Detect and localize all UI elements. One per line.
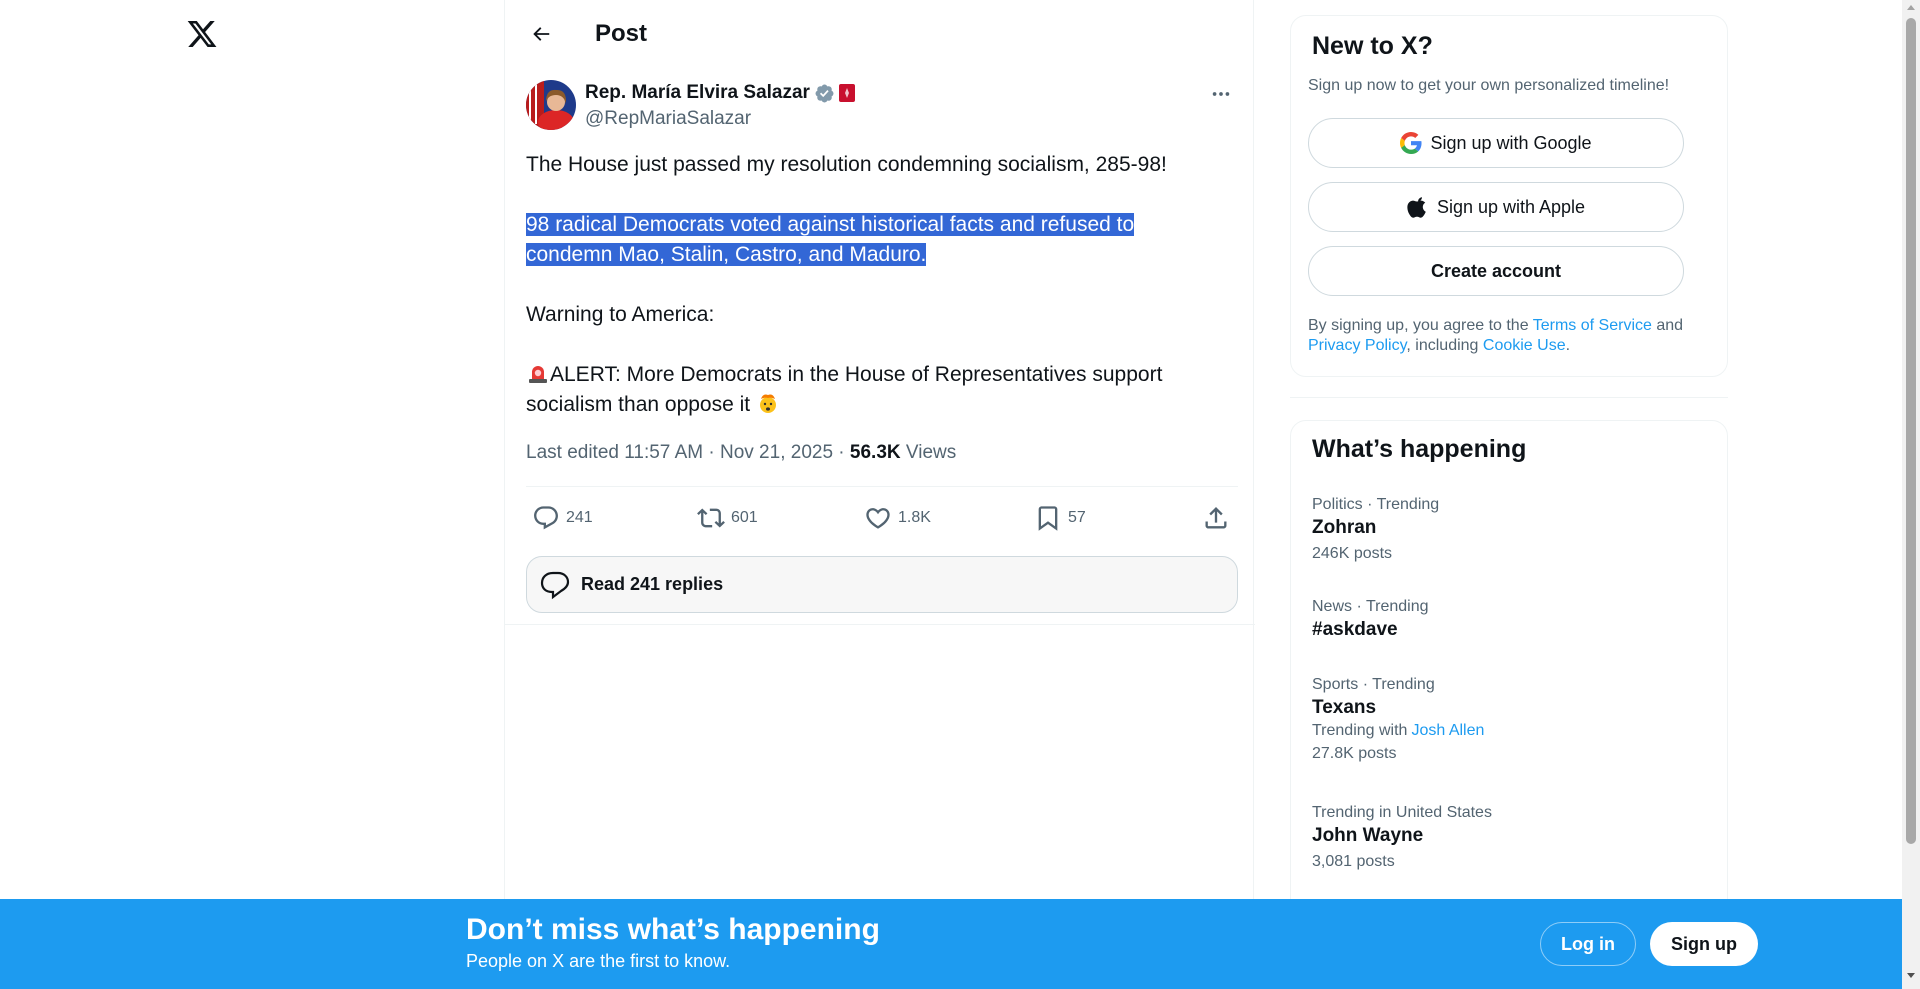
banner-subtitle: People on X are the first to know.: [466, 951, 731, 971]
trend-related-link[interactable]: Josh Allen: [1411, 722, 1484, 739]
alert-text: ALERT: More Democrats in the House of Re…: [550, 363, 1163, 386]
trend-count: 246K posts: [1312, 545, 1393, 562]
scrollbar[interactable]: [1902, 0, 1920, 989]
trend-count: 3,081 posts: [1312, 853, 1395, 870]
trend-count: 27.8K posts: [1312, 745, 1397, 762]
x-logo-icon[interactable]: [186, 18, 218, 50]
trend-name: #askdave: [1312, 619, 1398, 640]
alert-text: socialism than oppose it: [526, 393, 751, 416]
bookmark-icon: [1038, 506, 1058, 531]
post-paragraph: The House just passed my resolution cond…: [526, 153, 1167, 176]
views-count: 56.3K: [849, 442, 901, 463]
trending-with-label: Trending with: [1312, 722, 1408, 739]
legal-text: By signing up, you agree to the Terms of…: [1308, 316, 1708, 356]
login-button[interactable]: Log in: [1540, 922, 1636, 966]
apple-icon: [1407, 197, 1426, 218]
create-account-label: Create account: [1430, 260, 1562, 281]
conversation-icon: [540, 571, 570, 599]
rotating-light-emoji-icon: [529, 366, 547, 383]
divider: [1290, 397, 1728, 398]
post-paragraph: Warning to America:: [526, 303, 715, 326]
post-header: Post: [505, 0, 1255, 66]
legal-including: , including: [1406, 337, 1483, 354]
trend-category: Politics · Trending: [1312, 496, 1440, 513]
legal-period: .: [1565, 337, 1571, 354]
trend-item[interactable]: News · Trending #askdave: [1312, 597, 1702, 643]
bookmark-button[interactable]: 57: [1034, 500, 1086, 536]
trend-item[interactable]: Politics · Trending Zohran 246K posts: [1312, 495, 1702, 565]
edited-timestamp[interactable]: Last edited 11:57 AM · Nov 21, 2025 ·: [526, 442, 850, 463]
signup-apple-label: Sign up with Apple: [1436, 196, 1586, 217]
trend-category: Trending in United States: [1312, 804, 1492, 821]
avatar[interactable]: [526, 80, 576, 130]
selected-text: condemn Mao, Stalin, Castro, and Maduro.: [526, 243, 927, 266]
post-paragraph-alert: ALERT: More Democrats in the House of Re…: [526, 360, 1236, 420]
divider: [526, 486, 1238, 487]
post-text: The House just passed my resolution cond…: [526, 150, 1236, 420]
verified-gray-badge-icon[interactable]: [814, 83, 835, 104]
signup-card: New to X? Sign up now to get your own pe…: [1290, 15, 1728, 377]
like-button[interactable]: 1.8K: [864, 500, 931, 536]
page-title: Post: [595, 20, 648, 47]
trend-name: John Wayne: [1312, 825, 1424, 846]
post-paragraph-highlighted: 98 radical Democrats voted against histo…: [526, 210, 1236, 270]
exploding-head-emoji-icon: [759, 394, 776, 413]
bookmark-count: 57: [1068, 509, 1086, 526]
signup-button[interactable]: Sign up: [1650, 922, 1758, 966]
heart-icon: [866, 508, 890, 529]
bottom-banner: Don’t miss what’s happening People on X …: [0, 899, 1902, 989]
author-name-text: Rep. María Elvira Salazar: [585, 82, 810, 103]
reply-count: 241: [566, 509, 593, 526]
post-meta: Last edited 11:57 AM · Nov 21, 2025 · 56…: [526, 441, 956, 465]
signup-google-button[interactable]: Sign up with Google: [1308, 118, 1684, 168]
cookie-link[interactable]: Cookie Use: [1483, 337, 1566, 354]
legal-prefix: By signing up, you agree to the: [1308, 317, 1533, 334]
signup-subtitle: Sign up now to get your own personalized…: [1308, 77, 1670, 94]
back-button[interactable]: [525, 18, 557, 50]
google-icon: [1400, 132, 1422, 154]
more-dots-icon: [1212, 92, 1230, 96]
signup-apple-button[interactable]: Sign up with Apple: [1308, 182, 1684, 232]
signup-title: New to X?: [1312, 32, 1433, 60]
reply-button[interactable]: 241: [532, 500, 593, 536]
author-handle[interactable]: @RepMariaSalazar: [585, 107, 751, 131]
scroll-down-arrow-icon[interactable]: [1907, 973, 1915, 978]
repost-count: 601: [731, 509, 758, 526]
terms-link[interactable]: Terms of Service: [1533, 317, 1652, 334]
views-label: Views: [900, 442, 957, 463]
arrow-left-icon: [533, 27, 550, 41]
trends-title: What’s happening: [1312, 435, 1527, 463]
privacy-link[interactable]: Privacy Policy: [1308, 337, 1406, 354]
like-count: 1.8K: [898, 509, 931, 526]
banner-title: Don’t miss what’s happening: [466, 913, 880, 946]
congress-flag-icon: [838, 84, 855, 102]
trend-category: Sports · Trending: [1312, 676, 1435, 693]
trend-category: News · Trending: [1312, 598, 1429, 615]
author-name[interactable]: Rep. María Elvira Salazar: [585, 81, 855, 105]
divider: [505, 624, 1255, 625]
share-button[interactable]: [1202, 500, 1230, 536]
more-options-button[interactable]: [1205, 82, 1237, 106]
scroll-up-arrow-icon[interactable]: [1907, 5, 1915, 10]
main-column: Post Rep. María Elvira Salazar @RepMaria…: [504, 0, 1255, 989]
selected-text: 98 radical Democrats voted against histo…: [526, 213, 1135, 236]
trend-item[interactable]: Sports · Trending Texans Trending with Jo…: [1312, 675, 1702, 765]
read-replies-label: Read 241 replies: [581, 574, 724, 594]
legal-and: and: [1651, 317, 1684, 334]
repost-icon: [697, 508, 725, 528]
create-account-button[interactable]: Create account: [1308, 246, 1684, 296]
share-icon: [1205, 507, 1227, 529]
trend-name: Texans: [1312, 697, 1377, 718]
trend-context: Trending with Josh Allen: [1312, 721, 1702, 741]
signup-google-label: Sign up with Google: [1430, 132, 1592, 153]
read-replies-button[interactable]: Read 241 replies: [526, 556, 1238, 613]
action-bar: 241 601 1.8K 57: [526, 500, 1238, 536]
reply-icon: [534, 506, 558, 530]
trend-item[interactable]: Trending in United States John Wayne 3,0…: [1312, 803, 1702, 873]
trend-name: Zohran: [1312, 517, 1377, 538]
repost-button[interactable]: 601: [697, 500, 758, 536]
scroll-thumb[interactable]: [1906, 18, 1916, 844]
